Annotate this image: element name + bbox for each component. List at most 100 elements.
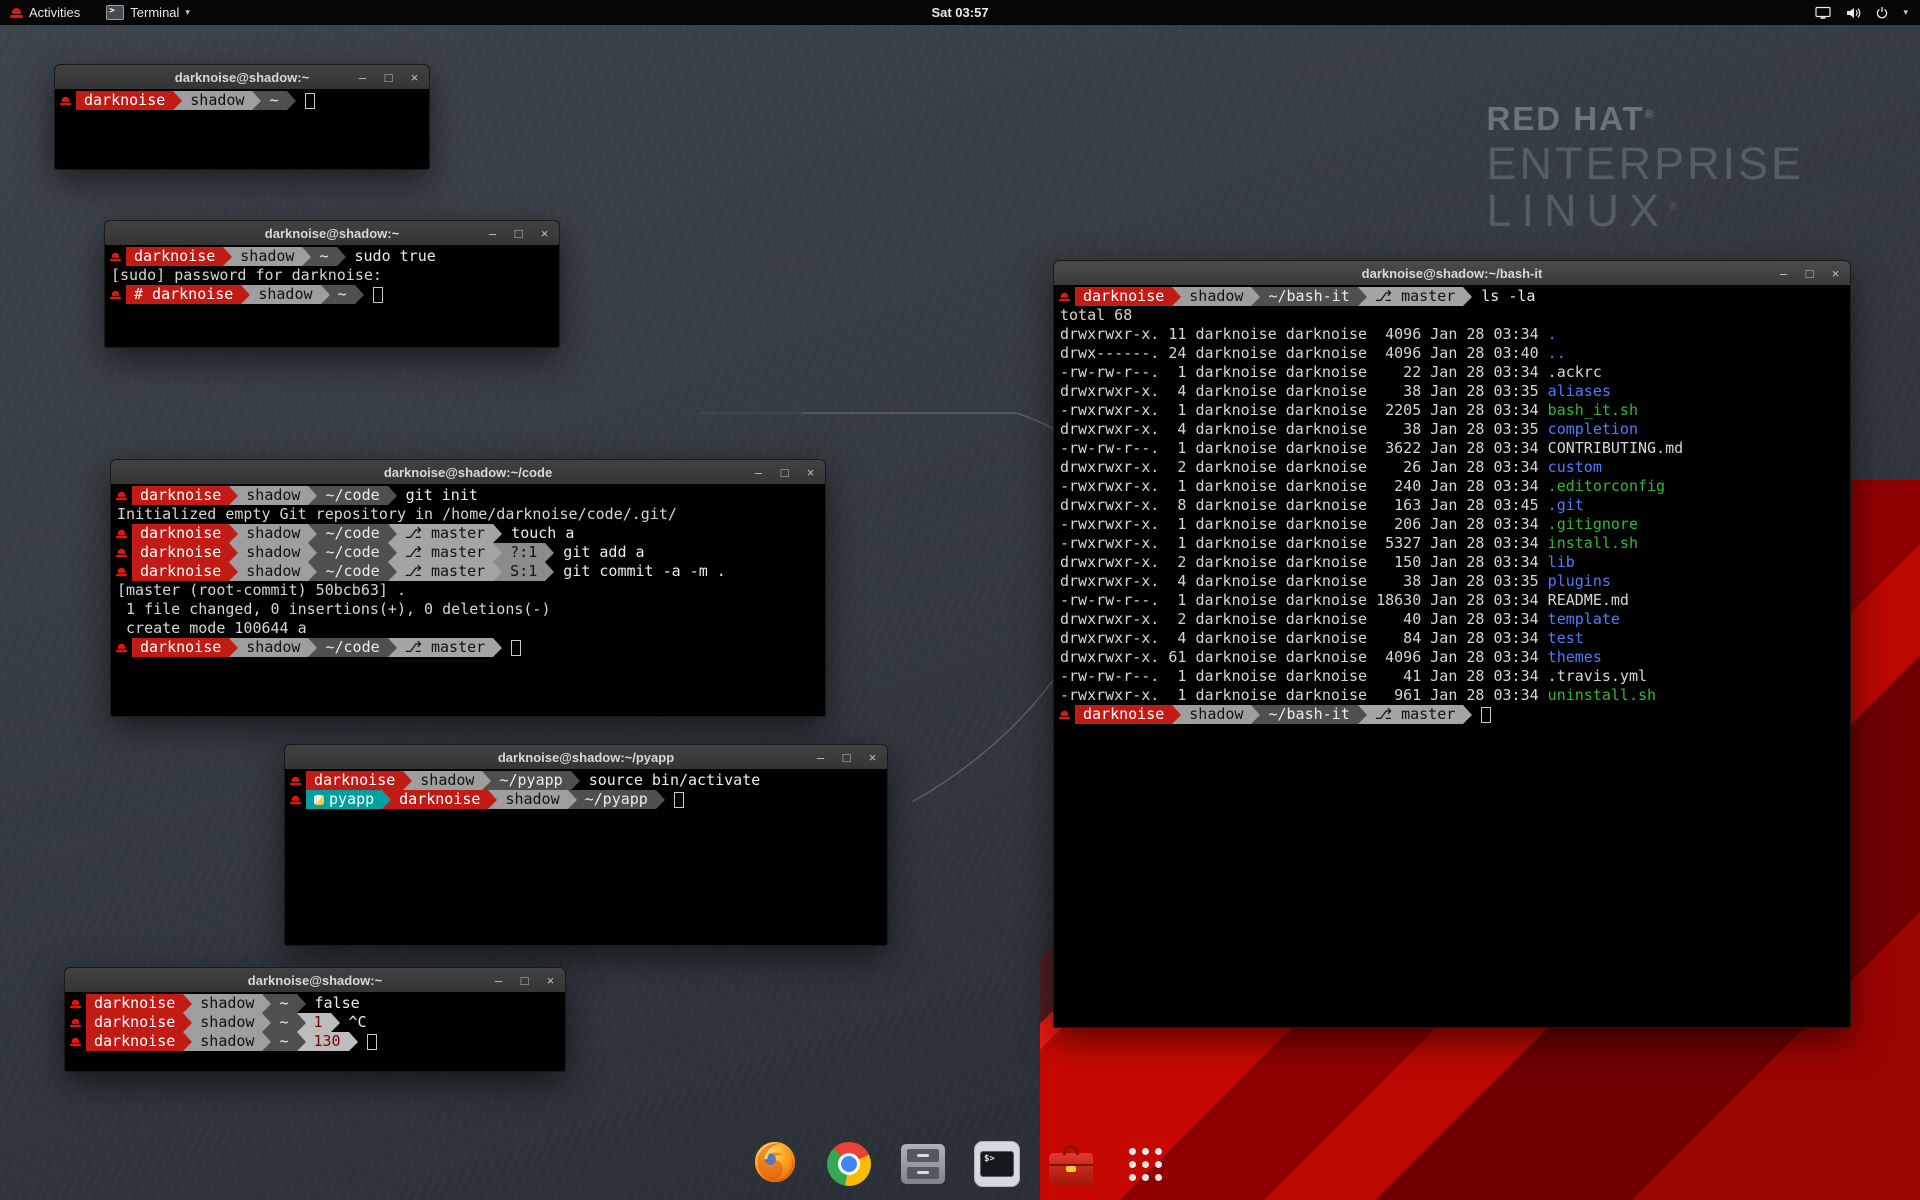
system-status-area[interactable]: ▾ [1815, 6, 1920, 20]
terminal-viewport[interactable]: darknoiseshadow~sudo true[sudo] password… [105, 245, 559, 347]
segment-arrow-icon [183, 1013, 192, 1032]
output-line: -rwxrwxr-x. 1 darknoise darknoise 240 Ja… [1054, 477, 1850, 496]
maximize-button[interactable]: □ [1803, 267, 1816, 280]
close-button[interactable]: × [804, 466, 817, 479]
redhat-icon [70, 1018, 81, 1027]
terminal-viewport[interactable]: darknoiseshadow~/codegit initInitialized… [111, 484, 825, 716]
window-buttons: –□ × [486, 221, 551, 245]
output-line: [master (root-commit) 50bcb63] . [111, 581, 825, 600]
window-title: darknoise@shadow:~ [248, 973, 382, 988]
output-line: -rw-rw-r--. 1 darknoise darknoise 22 Jan… [1054, 363, 1850, 382]
minimize-button[interactable]: – [486, 227, 499, 240]
file-name: custom [1548, 458, 1602, 477]
close-button[interactable]: × [538, 227, 551, 240]
dock-item-firefox[interactable] [747, 1136, 803, 1192]
prompt-segment-host: shadow [238, 524, 308, 543]
maximize-button[interactable]: □ [778, 466, 791, 479]
segment-arrow-icon [388, 486, 397, 505]
file-name: CONTRIBUTING.md [1548, 439, 1683, 458]
volume-icon [1845, 6, 1861, 20]
file-name: .editorconfig [1548, 477, 1665, 496]
file-name: themes [1548, 648, 1602, 667]
redhat-icon [116, 491, 127, 500]
window-titlebar[interactable]: darknoise@shadow:~ –□ × [105, 221, 559, 246]
terminal-viewport[interactable]: darknoiseshadow~/bash-it⎇ masterls -lato… [1054, 285, 1850, 1027]
minimize-button[interactable]: – [752, 466, 765, 479]
redhat-icon [1059, 710, 1070, 719]
segment-arrow-icon [1172, 287, 1181, 306]
terminal-viewport[interactable]: darknoiseshadow~falsedarknoiseshadow~1^C… [65, 992, 565, 1071]
ls-columns: -rwxrwxr-x. 1 darknoise darknoise 206 Ja… [1060, 515, 1548, 534]
output-line: -rwxrwxr-x. 1 darknoise darknoise 5327 J… [1054, 534, 1850, 553]
window-titlebar[interactable]: darknoise@shadow:~ –□ × [65, 968, 565, 993]
ls-columns: -rwxrwxr-x. 1 darknoise darknoise 961 Ja… [1060, 686, 1548, 705]
redhat-icon [116, 548, 127, 557]
segment-arrow-icon [173, 91, 182, 110]
prompt-line: darknoiseshadow~/code⎇ masterS:1git comm… [111, 562, 825, 581]
dock-item-terminal[interactable]: $> [969, 1136, 1025, 1192]
chevron-down-icon: ▾ [1903, 7, 1908, 18]
python-icon [314, 795, 324, 805]
dock-item-app-grid[interactable] [1117, 1136, 1173, 1192]
redhat-icon [116, 567, 127, 576]
command-text: git add a [563, 543, 644, 562]
maximize-button[interactable]: □ [518, 974, 531, 987]
clock[interactable]: Sat 03:57 [931, 5, 988, 20]
prompt-segment-venv: pyapp [306, 790, 382, 809]
prompt-segment-path: ~/code [317, 562, 387, 581]
prompt-segment-user: darknoise [86, 994, 183, 1013]
file-name: bash_it.sh [1548, 401, 1638, 420]
minimize-button[interactable]: – [1777, 267, 1790, 280]
prompt-segment-host: shadow [238, 638, 308, 657]
maximize-button[interactable]: □ [512, 227, 525, 240]
prompt-line: darknoiseshadow~/bash-it⎇ masterls -la [1054, 287, 1850, 306]
prompt-segment-path: ~/bash-it [1260, 287, 1357, 306]
app-menu-terminal[interactable]: Terminal ▾ [106, 0, 190, 25]
window-titlebar[interactable]: darknoise@shadow:~/pyapp–□× [285, 745, 887, 770]
redhat-icon [1059, 292, 1070, 301]
window-buttons: –□ × [1777, 261, 1842, 285]
segment-arrow-icon [229, 562, 238, 581]
dock-item-chrome[interactable] [821, 1136, 877, 1192]
window-title: darknoise@shadow:~ [265, 226, 399, 241]
prompt-line: darknoiseshadow~/code⎇ mastertouch a [111, 524, 825, 543]
terminal-window-6: darknoise@shadow:~/bash-it–□×darknoisesh… [1053, 260, 1851, 1028]
redhat-icon [70, 999, 81, 1008]
maximize-button[interactable]: □ [840, 751, 853, 764]
ls-columns: drwxrwxr-x. 4 darknoise darknoise 38 Jan… [1060, 420, 1548, 439]
prompt-segment-host: shadow [497, 790, 567, 809]
close-button[interactable]: × [544, 974, 557, 987]
dock-item-files[interactable] [895, 1136, 951, 1192]
segment-arrow-icon [403, 771, 412, 790]
segment-arrow-icon [545, 543, 554, 562]
segment-arrow-icon [488, 790, 497, 809]
segment-arrow-icon [1172, 705, 1181, 724]
minimize-button[interactable]: – [492, 974, 505, 987]
close-button[interactable]: × [866, 751, 879, 764]
prompt-segment-host: shadow [238, 486, 308, 505]
drawer-slot [907, 1167, 939, 1180]
close-button[interactable]: × [408, 71, 421, 84]
app-menu-label: Terminal [130, 5, 179, 20]
close-button[interactable]: × [1829, 267, 1842, 280]
ls-columns: drwxrwxr-x. 2 darknoise darknoise 150 Ja… [1060, 553, 1548, 572]
window-titlebar[interactable]: darknoise@shadow:~/code–□× [111, 460, 825, 485]
prompt-segment-path: ~/code [317, 486, 387, 505]
terminal-viewport[interactable]: darknoiseshadow~/pyappsource bin/activat… [285, 769, 887, 945]
minimize-button[interactable]: – [356, 71, 369, 84]
maximize-button[interactable]: □ [382, 71, 395, 84]
window-titlebar[interactable]: darknoise@shadow:~/bash-it–□× [1054, 261, 1850, 286]
minimize-button[interactable]: – [814, 751, 827, 764]
output-line: -rwxrwxr-x. 1 darknoise darknoise 206 Ja… [1054, 515, 1850, 534]
prompt-segment-user: darknoise [132, 486, 229, 505]
terminal-viewport[interactable]: darknoiseshadow~ [55, 89, 429, 169]
prompt-segment-user: darknoise [132, 562, 229, 581]
window-titlebar[interactable]: darknoise@shadow:~–□× [55, 65, 429, 90]
prompt-segment-path: ~ [311, 247, 336, 266]
dock-item-toolbox[interactable] [1043, 1136, 1099, 1192]
prompt-segment-user: darknoise [391, 790, 488, 809]
segment-arrow-icon [1251, 705, 1260, 724]
prompt-line: darknoiseshadow~/bash-it⎇ master [1054, 705, 1850, 724]
activities-button[interactable]: Activities [10, 0, 80, 25]
file-name: . [1548, 325, 1557, 344]
